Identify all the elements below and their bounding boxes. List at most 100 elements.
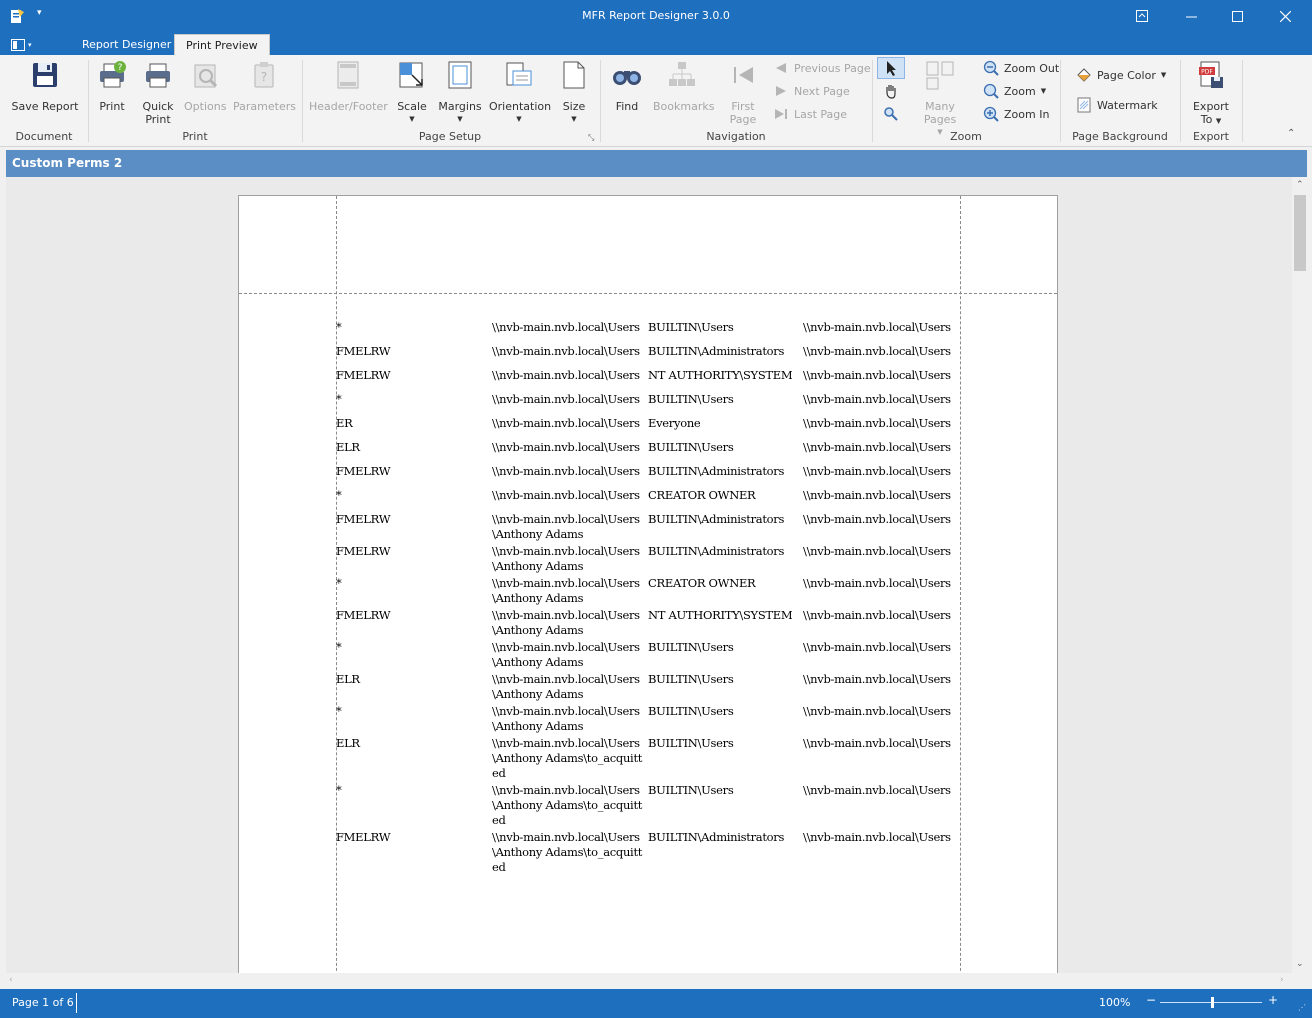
save-icon	[33, 63, 57, 87]
margins-button[interactable]: Margins ▼	[438, 59, 482, 126]
resize-grip-icon[interactable]: ⋰	[1298, 1003, 1306, 1012]
document-title: Custom Perms 2	[6, 150, 1307, 177]
row-permissions: *	[336, 392, 342, 406]
many-pages-icon	[926, 61, 954, 90]
print-button[interactable]: ? Print	[94, 59, 130, 113]
row-path: \\nvb-main.nvb.local\Users\Anthony Adams…	[492, 830, 643, 874]
preview-viewer[interactable]: * \\nvb-main.nvb.local\Users BUILTIN\Users…	[6, 177, 1292, 973]
minimize-icon[interactable]	[1168, 0, 1214, 32]
row-path: \\nvb-main.nvb.local\Users\Anthony Adams	[492, 512, 640, 541]
row-account: BUILTIN\Users	[648, 392, 734, 406]
watermark-icon	[1077, 97, 1091, 113]
save-report-button[interactable]: Save Report	[10, 59, 80, 113]
quick-print-button[interactable]: Quick Print	[138, 59, 178, 126]
row-path: \\nvb-main.nvb.local\Users	[492, 464, 640, 478]
first-page-button[interactable]: First Page	[726, 59, 760, 126]
last-page-button[interactable]: Last Page	[773, 104, 847, 124]
row-path: \\nvb-main.nvb.local\Users	[492, 320, 640, 334]
row-permissions: *	[336, 640, 342, 654]
row-account: BUILTIN\Users	[648, 672, 734, 686]
hand-tool-button[interactable]	[883, 81, 899, 101]
find-button[interactable]: Find	[610, 59, 644, 113]
title-bar: ▾ MFR Report Designer 3.0.0	[0, 0, 1312, 32]
zoom-slider-thumb[interactable]	[1211, 997, 1214, 1008]
window-title: MFR Report Designer 3.0.0	[582, 9, 730, 22]
row-account: CREATOR OWNER	[648, 576, 756, 590]
last-page-icon	[775, 109, 787, 119]
row-share: \\nvb-main.nvb.local\Users	[803, 783, 951, 797]
row-share: \\nvb-main.nvb.local\Users	[803, 576, 951, 590]
scroll-up-icon[interactable]: ⌃	[1296, 180, 1304, 190]
page-color-button[interactable]: Page Color ▼	[1076, 65, 1166, 85]
maximize-icon[interactable]	[1214, 0, 1260, 32]
collapse-ribbon-icon[interactable]: ⌃	[1287, 128, 1295, 139]
row-share: \\nvb-main.nvb.local\Users	[803, 704, 951, 718]
row-account: BUILTIN\Administrators	[648, 512, 785, 526]
page-setup-dialog-launcher-icon[interactable]: ⤡	[588, 133, 594, 143]
scale-dropdown-arrow: ▼	[409, 115, 415, 123]
row-path: \\nvb-main.nvb.local\Users\Anthony Adams	[492, 640, 640, 669]
status-separator	[76, 993, 77, 1013]
many-pages-button[interactable]: Many Pages ▼	[908, 59, 972, 139]
row-permissions: FMELRW	[336, 608, 391, 622]
export-dropdown-arrow: ▼	[1215, 117, 1222, 125]
close-icon[interactable]	[1262, 0, 1308, 32]
group-zoom-label: Zoom	[950, 130, 982, 143]
options-icon	[194, 64, 218, 88]
page-color-dropdown-arrow: ▼	[1160, 71, 1167, 79]
zoom-out-button[interactable]: Zoom Out	[983, 58, 1059, 78]
scale-button[interactable]: Scale ▼	[394, 59, 430, 126]
tab-print-preview[interactable]: Print Preview	[174, 34, 270, 55]
watermark-button[interactable]: Watermark	[1076, 95, 1158, 115]
vertical-scroll-thumb[interactable]	[1294, 195, 1306, 271]
svg-text:?: ?	[261, 70, 267, 84]
row-account: NT AUTHORITY\SYSTEM	[648, 608, 793, 622]
row-share: \\nvb-main.nvb.local\Users	[803, 672, 951, 686]
row-share: \\nvb-main.nvb.local\Users	[803, 440, 951, 454]
tab-report-designer[interactable]: Report Designer	[71, 34, 182, 55]
row-account: BUILTIN\Users	[648, 320, 734, 334]
row-share: \\nvb-main.nvb.local\Users	[803, 608, 951, 622]
bookmarks-button[interactable]: Bookmarks	[653, 59, 714, 113]
size-button[interactable]: Size ▼	[558, 59, 590, 126]
row-account: BUILTIN\Administrators	[648, 544, 785, 558]
header-footer-button[interactable]: Header/Footer	[309, 59, 388, 113]
pointer-tool-button[interactable]	[877, 57, 905, 79]
row-share: \\nvb-main.nvb.local\Users	[803, 736, 951, 750]
group-navigation-label: Navigation	[706, 130, 766, 143]
options-button[interactable]: Options	[184, 59, 226, 113]
margin-guide-header	[239, 293, 1057, 294]
scroll-left-icon[interactable]: ‹	[9, 975, 13, 985]
zoom-in-button[interactable]: Zoom In	[983, 104, 1049, 124]
previous-page-button[interactable]: Previous Page	[773, 58, 871, 78]
bookmarks-icon	[669, 62, 695, 86]
next-page-button[interactable]: Next Page	[773, 81, 850, 101]
orientation-button[interactable]: Orientation ▼	[489, 59, 551, 126]
orientation-dropdown-arrow: ▼	[516, 115, 522, 123]
parameters-button[interactable]: ? Parameters	[233, 59, 296, 113]
next-page-icon	[776, 86, 786, 96]
printer-icon: ?	[100, 61, 126, 88]
scroll-down-icon[interactable]: ⌄	[1296, 959, 1304, 969]
group-export-label: Export	[1192, 130, 1229, 143]
row-permissions: FMELRW	[336, 512, 391, 526]
scroll-right-icon[interactable]: ›	[1280, 975, 1284, 985]
file-menu-button[interactable]: ▾	[11, 36, 51, 53]
horizontal-scrollbar[interactable]: ‹ ›	[6, 973, 1292, 989]
row-permissions: FMELRW	[336, 344, 391, 358]
row-share: \\nvb-main.nvb.local\Users	[803, 392, 951, 406]
row-share: \\nvb-main.nvb.local\Users	[803, 344, 951, 358]
row-permissions: *	[336, 576, 342, 590]
restore-ribbon-icon[interactable]	[1119, 0, 1165, 32]
zoom-slider-plus-icon[interactable]: +	[1268, 993, 1278, 1007]
zoom-dropdown-arrow: ▼	[1040, 87, 1047, 95]
row-account: BUILTIN\Users	[648, 440, 734, 454]
vertical-scrollbar[interactable]: ⌃ ⌄	[1292, 177, 1308, 973]
zoom-slider-track[interactable]	[1160, 997, 1262, 1008]
export-to-button[interactable]: PDF Export To ▼	[1188, 59, 1234, 128]
magnifier-tool-button[interactable]	[883, 104, 899, 124]
row-account: CREATOR OWNER	[648, 488, 756, 502]
row-share: \\nvb-main.nvb.local\Users	[803, 464, 951, 478]
zoom-slider-minus-icon[interactable]: −	[1146, 993, 1156, 1007]
zoom-dropdown-button[interactable]: Zoom ▼	[983, 81, 1046, 101]
